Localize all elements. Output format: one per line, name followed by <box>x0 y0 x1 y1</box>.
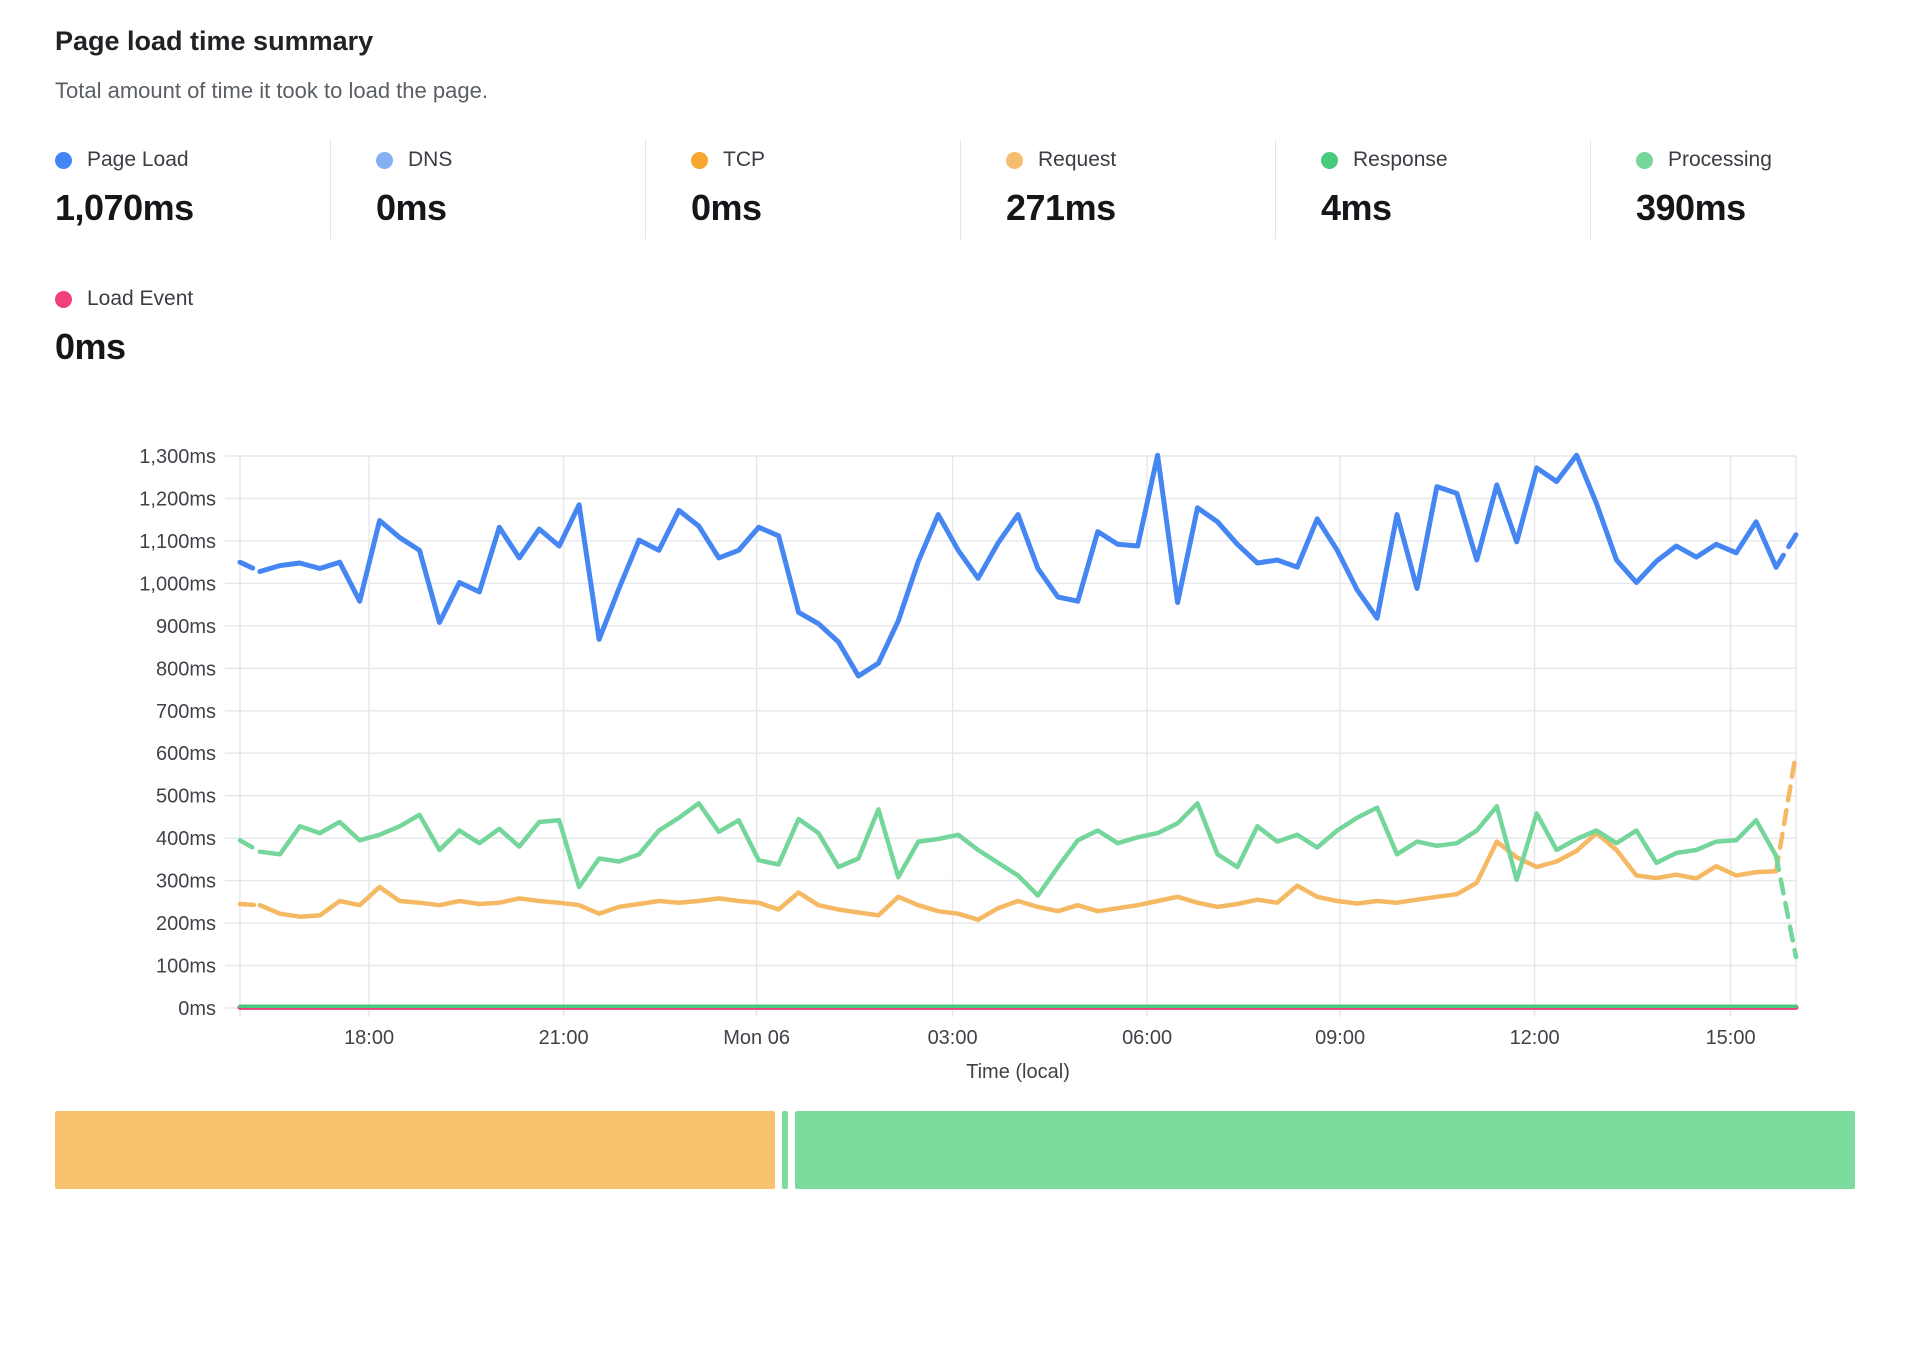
stat-label: Response <box>1353 148 1448 172</box>
svg-text:0ms: 0ms <box>178 998 216 1020</box>
svg-text:1,200ms: 1,200ms <box>139 489 216 511</box>
stat-value: 0ms <box>691 187 960 229</box>
svg-text:15:00: 15:00 <box>1706 1027 1756 1049</box>
stat-value: 0ms <box>55 326 1855 368</box>
svg-text:1,000ms: 1,000ms <box>139 573 216 595</box>
stat-value: 1,070ms <box>55 187 330 229</box>
svg-text:09:00: 09:00 <box>1315 1027 1365 1049</box>
stat-label: Page Load <box>87 148 189 172</box>
page-load-legend-dot-icon <box>55 152 72 169</box>
svg-text:600ms: 600ms <box>156 743 216 765</box>
stat-label: DNS <box>408 148 452 172</box>
stat-label: TCP <box>723 148 765 172</box>
load-time-chart[interactable]: 1,300ms 1,200ms 1,100ms 1,000ms 900ms 800ms 70… <box>55 434 1855 1094</box>
status-bar-segment <box>795 1111 1855 1189</box>
stat-request: Request 271ms <box>960 140 1275 239</box>
load-time-chart-container: 1,300ms 1,200ms 1,100ms 1,000ms 900ms 800ms 70… <box>55 434 1855 1099</box>
stat-response: Response 4ms <box>1275 140 1590 239</box>
page-load-summary-panel: Page load time summary Total amount of t… <box>0 0 1910 1099</box>
stat-label: Request <box>1038 148 1116 172</box>
svg-text:300ms: 300ms <box>156 871 216 893</box>
metric-stats-row: Page Load 1,070ms DNS 0ms TCP 0ms Reques… <box>55 140 1855 239</box>
dns-legend-dot-icon <box>376 152 393 169</box>
svg-text:1,300ms: 1,300ms <box>139 446 216 468</box>
svg-text:Time (local): Time (local) <box>966 1061 1070 1083</box>
stat-label: Load Event <box>87 287 193 311</box>
stat-tcp: TCP 0ms <box>645 140 960 239</box>
svg-text:100ms: 100ms <box>156 956 216 978</box>
request-legend-dot-icon <box>1006 152 1023 169</box>
svg-text:18:00: 18:00 <box>344 1027 394 1049</box>
page-subtitle: Total amount of time it took to load the… <box>55 78 1855 104</box>
svg-text:03:00: 03:00 <box>928 1027 978 1049</box>
svg-text:500ms: 500ms <box>156 786 216 808</box>
stat-dns: DNS 0ms <box>330 140 645 239</box>
svg-text:800ms: 800ms <box>156 658 216 680</box>
svg-text:900ms: 900ms <box>156 616 216 638</box>
svg-text:1,100ms: 1,100ms <box>139 531 216 553</box>
load-event-legend-dot-icon <box>55 291 72 308</box>
stat-load-event: Load Event 0ms <box>55 279 1855 378</box>
response-legend-dot-icon <box>1321 152 1338 169</box>
stat-processing: Processing 390ms <box>1590 140 1855 239</box>
stat-page-load: Page Load 1,070ms <box>55 140 330 239</box>
stat-value: 390ms <box>1636 187 1855 229</box>
page-title: Page load time summary <box>55 26 1855 57</box>
svg-text:21:00: 21:00 <box>539 1027 589 1049</box>
status-bar-segment <box>782 1111 787 1189</box>
stat-label: Processing <box>1668 148 1772 172</box>
stat-value: 271ms <box>1006 187 1275 229</box>
svg-text:400ms: 400ms <box>156 828 216 850</box>
stat-value: 4ms <box>1321 187 1590 229</box>
stat-value: 0ms <box>376 187 645 229</box>
svg-text:200ms: 200ms <box>156 913 216 935</box>
svg-text:12:00: 12:00 <box>1510 1027 1560 1049</box>
processing-legend-dot-icon <box>1636 152 1653 169</box>
svg-text:Mon 06: Mon 06 <box>723 1027 790 1049</box>
status-timeline-bar <box>55 1111 1855 1189</box>
status-bar-segment <box>55 1111 775 1189</box>
svg-text:06:00: 06:00 <box>1122 1027 1172 1049</box>
svg-text:700ms: 700ms <box>156 701 216 723</box>
tcp-legend-dot-icon <box>691 152 708 169</box>
